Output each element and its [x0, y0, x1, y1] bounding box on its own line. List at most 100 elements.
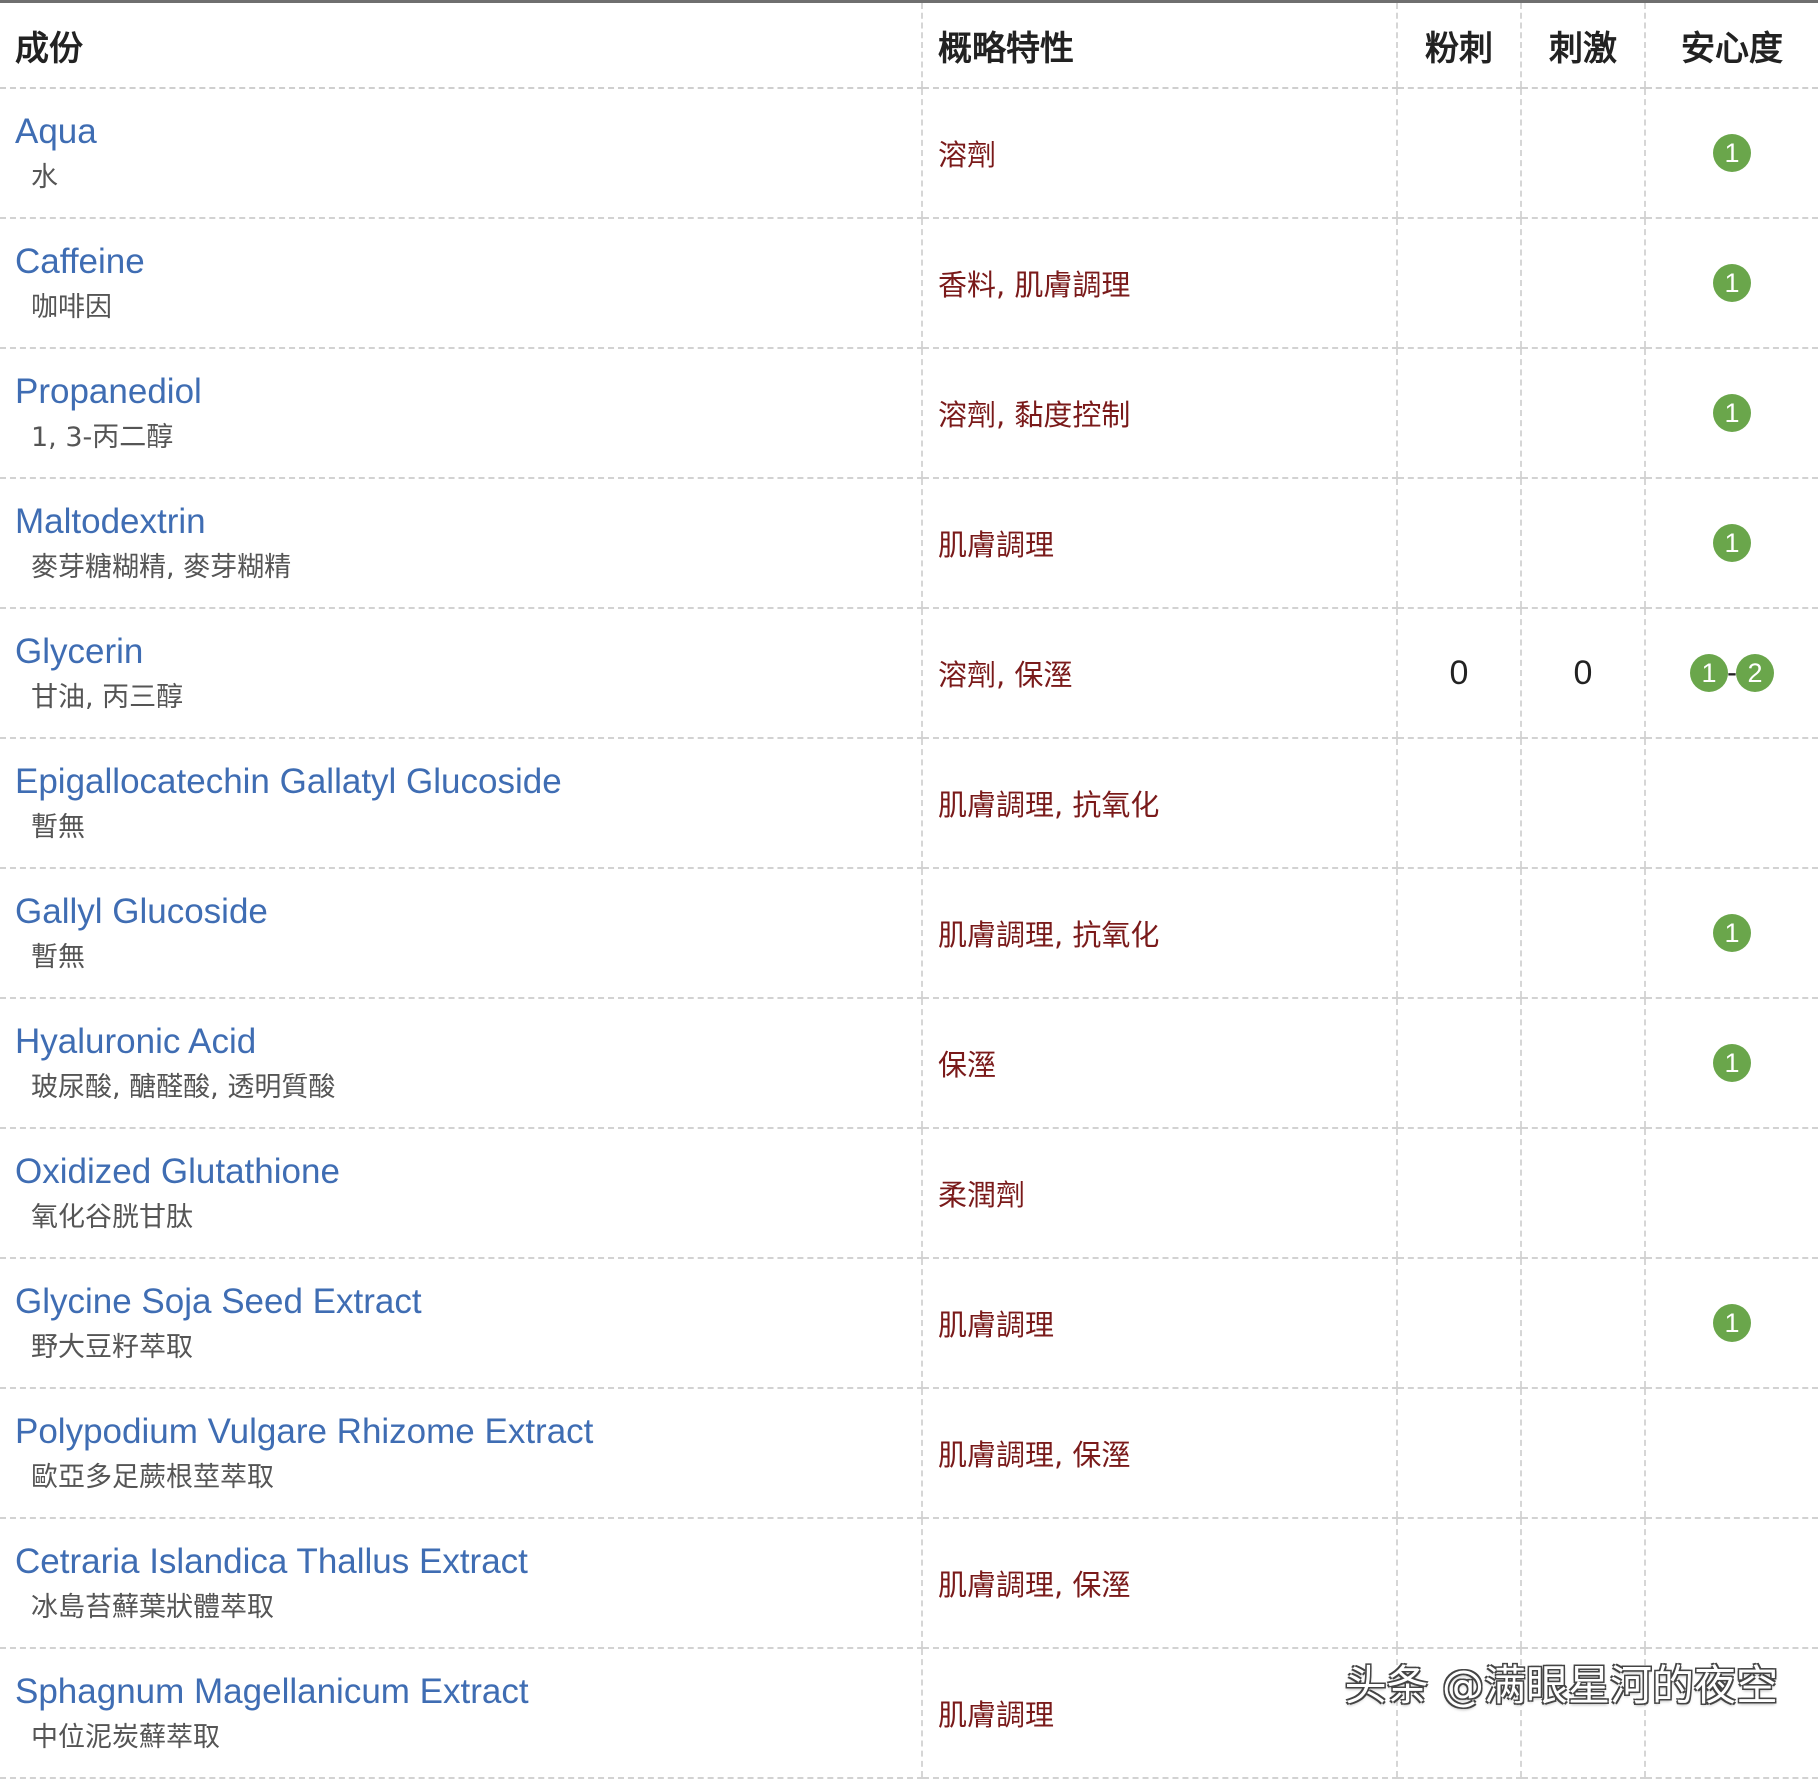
header-safety: 安心度 — [1644, 3, 1818, 89]
acne-cell — [1396, 1258, 1521, 1389]
table-row: Glycerin 甘油, 丙三醇 溶劑, 保溼 0 0 1-2 — [0, 608, 1818, 739]
properties-cell: 保溼 — [921, 998, 1397, 1129]
ingredient-cell: Glycine Soja Seed Extract 野大豆籽萃取 — [0, 1258, 922, 1389]
irritation-cell — [1520, 868, 1645, 999]
ingredient-name-link[interactable]: Glycerin — [15, 631, 921, 673]
ingredient-cell: Caffeine 咖啡因 — [0, 218, 922, 349]
table-row: Cetraria Islandica Thallus Extract 冰島苔蘚葉狀… — [0, 1518, 1818, 1649]
acne-cell — [1396, 1518, 1521, 1649]
irritation-cell — [1520, 738, 1645, 869]
ingredient-chinese-name: 暫無 — [31, 812, 85, 843]
ingredient-name-link[interactable]: Hyaluronic Acid — [15, 1021, 921, 1063]
watermark: 头条 @满眼星河的夜空 — [1344, 1661, 1778, 1710]
header-ingredient: 成份 — [0, 3, 922, 89]
table-row: Polypodium Vulgare Rhizome Extract 歐亞多足蕨根… — [0, 1388, 1818, 1519]
ingredient-name-link[interactable]: Epigallocatechin Gallatyl Glucoside — [15, 761, 921, 803]
ingredient-chinese-name: 暫無 — [31, 942, 85, 973]
ingredient-cell: Aqua 水 — [0, 88, 922, 219]
acne-cell — [1396, 1128, 1521, 1259]
ingredient-chinese-name: 野大豆籽萃取 — [31, 1332, 193, 1363]
acne-cell — [1396, 1388, 1521, 1519]
properties-cell: 肌膚調理 — [921, 478, 1397, 609]
safety-score-badge: 2 — [1736, 654, 1774, 692]
ingredient-chinese-name: 水 — [31, 162, 58, 193]
ingredient-chinese-name: 歐亞多足蕨根莖萃取 — [31, 1462, 274, 1493]
table-body: Aqua 水 溶劑 1 Caffeine 咖啡因 香料, 肌膚調理 1 Propanediol 1… — [0, 88, 1818, 1779]
ingredient-name-link[interactable]: Aqua — [15, 111, 921, 153]
header-properties: 概略特性 — [921, 3, 1397, 89]
properties-cell: 肌膚調理 — [921, 1648, 1397, 1779]
safety-score-badge: 1 — [1713, 394, 1751, 432]
ingredient-name-link[interactable]: Caffeine — [15, 241, 921, 283]
table-row: Oxidized Glutathione 氧化谷胱甘肽 柔潤劑 — [0, 1128, 1818, 1259]
acne-cell — [1396, 868, 1521, 999]
acne-cell — [1396, 218, 1521, 349]
ingredient-cell: Gallyl Glucoside 暫無 — [0, 868, 922, 999]
table-row: Aqua 水 溶劑 1 — [0, 88, 1818, 219]
table-row: Glycine Soja Seed Extract 野大豆籽萃取 肌膚調理 1 — [0, 1258, 1818, 1389]
ingredient-table: 成份 概略特性 粉刺 刺激 安心度 Aqua 水 溶劑 1 Caffeine 咖啡因 香料,… — [0, 3, 1818, 1779]
ingredient-chinese-name: 玻尿酸, 醣醛酸, 透明質酸 — [31, 1072, 336, 1103]
irritation-cell — [1520, 478, 1645, 609]
properties-cell: 溶劑 — [921, 88, 1397, 219]
acne-cell — [1396, 998, 1521, 1129]
header-acne: 粉刺 — [1396, 3, 1521, 89]
irritation-cell — [1520, 998, 1645, 1129]
safety-cell: 1 — [1644, 1258, 1818, 1389]
table-row: Epigallocatechin Gallatyl Glucoside 暫無 肌膚調… — [0, 738, 1818, 869]
properties-cell: 肌膚調理 — [921, 1258, 1397, 1389]
ingredient-name-link[interactable]: Oxidized Glutathione — [15, 1151, 921, 1193]
ingredient-cell: Cetraria Islandica Thallus Extract 冰島苔蘚葉狀… — [0, 1518, 922, 1649]
safety-score-badge: 1 — [1713, 1304, 1751, 1342]
ingredient-name-link[interactable]: Cetraria Islandica Thallus Extract — [15, 1541, 921, 1583]
ingredient-chinese-name: 麥芽糖糊精, 麥芽糊精 — [31, 552, 292, 583]
acne-cell — [1396, 738, 1521, 869]
irritation-cell — [1520, 348, 1645, 479]
irritation-cell — [1520, 1128, 1645, 1259]
ingredient-cell: Epigallocatechin Gallatyl Glucoside 暫無 — [0, 738, 922, 869]
acne-cell: 0 — [1396, 608, 1521, 739]
table-row: Caffeine 咖啡因 香料, 肌膚調理 1 — [0, 218, 1818, 349]
irritation-cell — [1520, 218, 1645, 349]
ingredient-name-link[interactable]: Gallyl Glucoside — [15, 891, 921, 933]
properties-cell: 柔潤劑 — [921, 1128, 1397, 1259]
properties-cell: 肌膚調理, 抗氧化 — [921, 868, 1397, 999]
irritation-cell — [1520, 1518, 1645, 1649]
safety-score-badge: 1 — [1690, 654, 1728, 692]
ingredient-cell: Propanediol 1, 3-丙二醇 — [0, 348, 922, 479]
irritation-cell: 0 — [1520, 608, 1645, 739]
table-row: Hyaluronic Acid 玻尿酸, 醣醛酸, 透明質酸 保溼 1 — [0, 998, 1818, 1129]
properties-cell: 肌膚調理, 抗氧化 — [921, 738, 1397, 869]
safety-cell: 1-2 — [1644, 608, 1818, 739]
ingredient-name-link[interactable]: Propanediol — [15, 371, 921, 413]
safety-cell — [1644, 1388, 1818, 1519]
ingredient-chinese-name: 咖啡因 — [31, 292, 112, 323]
ingredient-name-link[interactable]: Sphagnum Magellanicum Extract — [15, 1671, 921, 1713]
table-row: Propanediol 1, 3-丙二醇 溶劑, 黏度控制 1 — [0, 348, 1818, 479]
safety-score-badge: 1 — [1713, 524, 1751, 562]
safety-score-badge: 1 — [1713, 1044, 1751, 1082]
ingredient-name-link[interactable]: Maltodextrin — [15, 501, 921, 543]
safety-cell: 1 — [1644, 998, 1818, 1129]
safety-cell: 1 — [1644, 478, 1818, 609]
ingredient-chinese-name: 中位泥炭蘚萃取 — [31, 1722, 220, 1753]
properties-cell: 香料, 肌膚調理 — [921, 218, 1397, 349]
properties-cell: 肌膚調理, 保溼 — [921, 1388, 1397, 1519]
safety-cell: 1 — [1644, 868, 1818, 999]
safety-cell: 1 — [1644, 218, 1818, 349]
ingredient-name-link[interactable]: Polypodium Vulgare Rhizome Extract — [15, 1411, 921, 1453]
header-irritation: 刺激 — [1520, 3, 1645, 89]
acne-cell — [1396, 478, 1521, 609]
table-row: Gallyl Glucoside 暫無 肌膚調理, 抗氧化 1 — [0, 868, 1818, 999]
irritation-cell — [1520, 1258, 1645, 1389]
ingredient-chinese-name: 甘油, 丙三醇 — [31, 682, 184, 713]
table-header: 成份 概略特性 粉刺 刺激 安心度 — [0, 3, 1818, 89]
ingredient-chinese-name: 氧化谷胱甘肽 — [31, 1202, 193, 1233]
ingredient-name-link[interactable]: Glycine Soja Seed Extract — [15, 1281, 921, 1323]
header-row: 成份 概略特性 粉刺 刺激 安心度 — [0, 3, 1818, 89]
safety-cell — [1644, 738, 1818, 869]
ingredient-cell: Sphagnum Magellanicum Extract 中位泥炭蘚萃取 — [0, 1648, 922, 1779]
ingredient-cell: Polypodium Vulgare Rhizome Extract 歐亞多足蕨根… — [0, 1388, 922, 1519]
irritation-cell — [1520, 88, 1645, 219]
acne-cell — [1396, 348, 1521, 479]
